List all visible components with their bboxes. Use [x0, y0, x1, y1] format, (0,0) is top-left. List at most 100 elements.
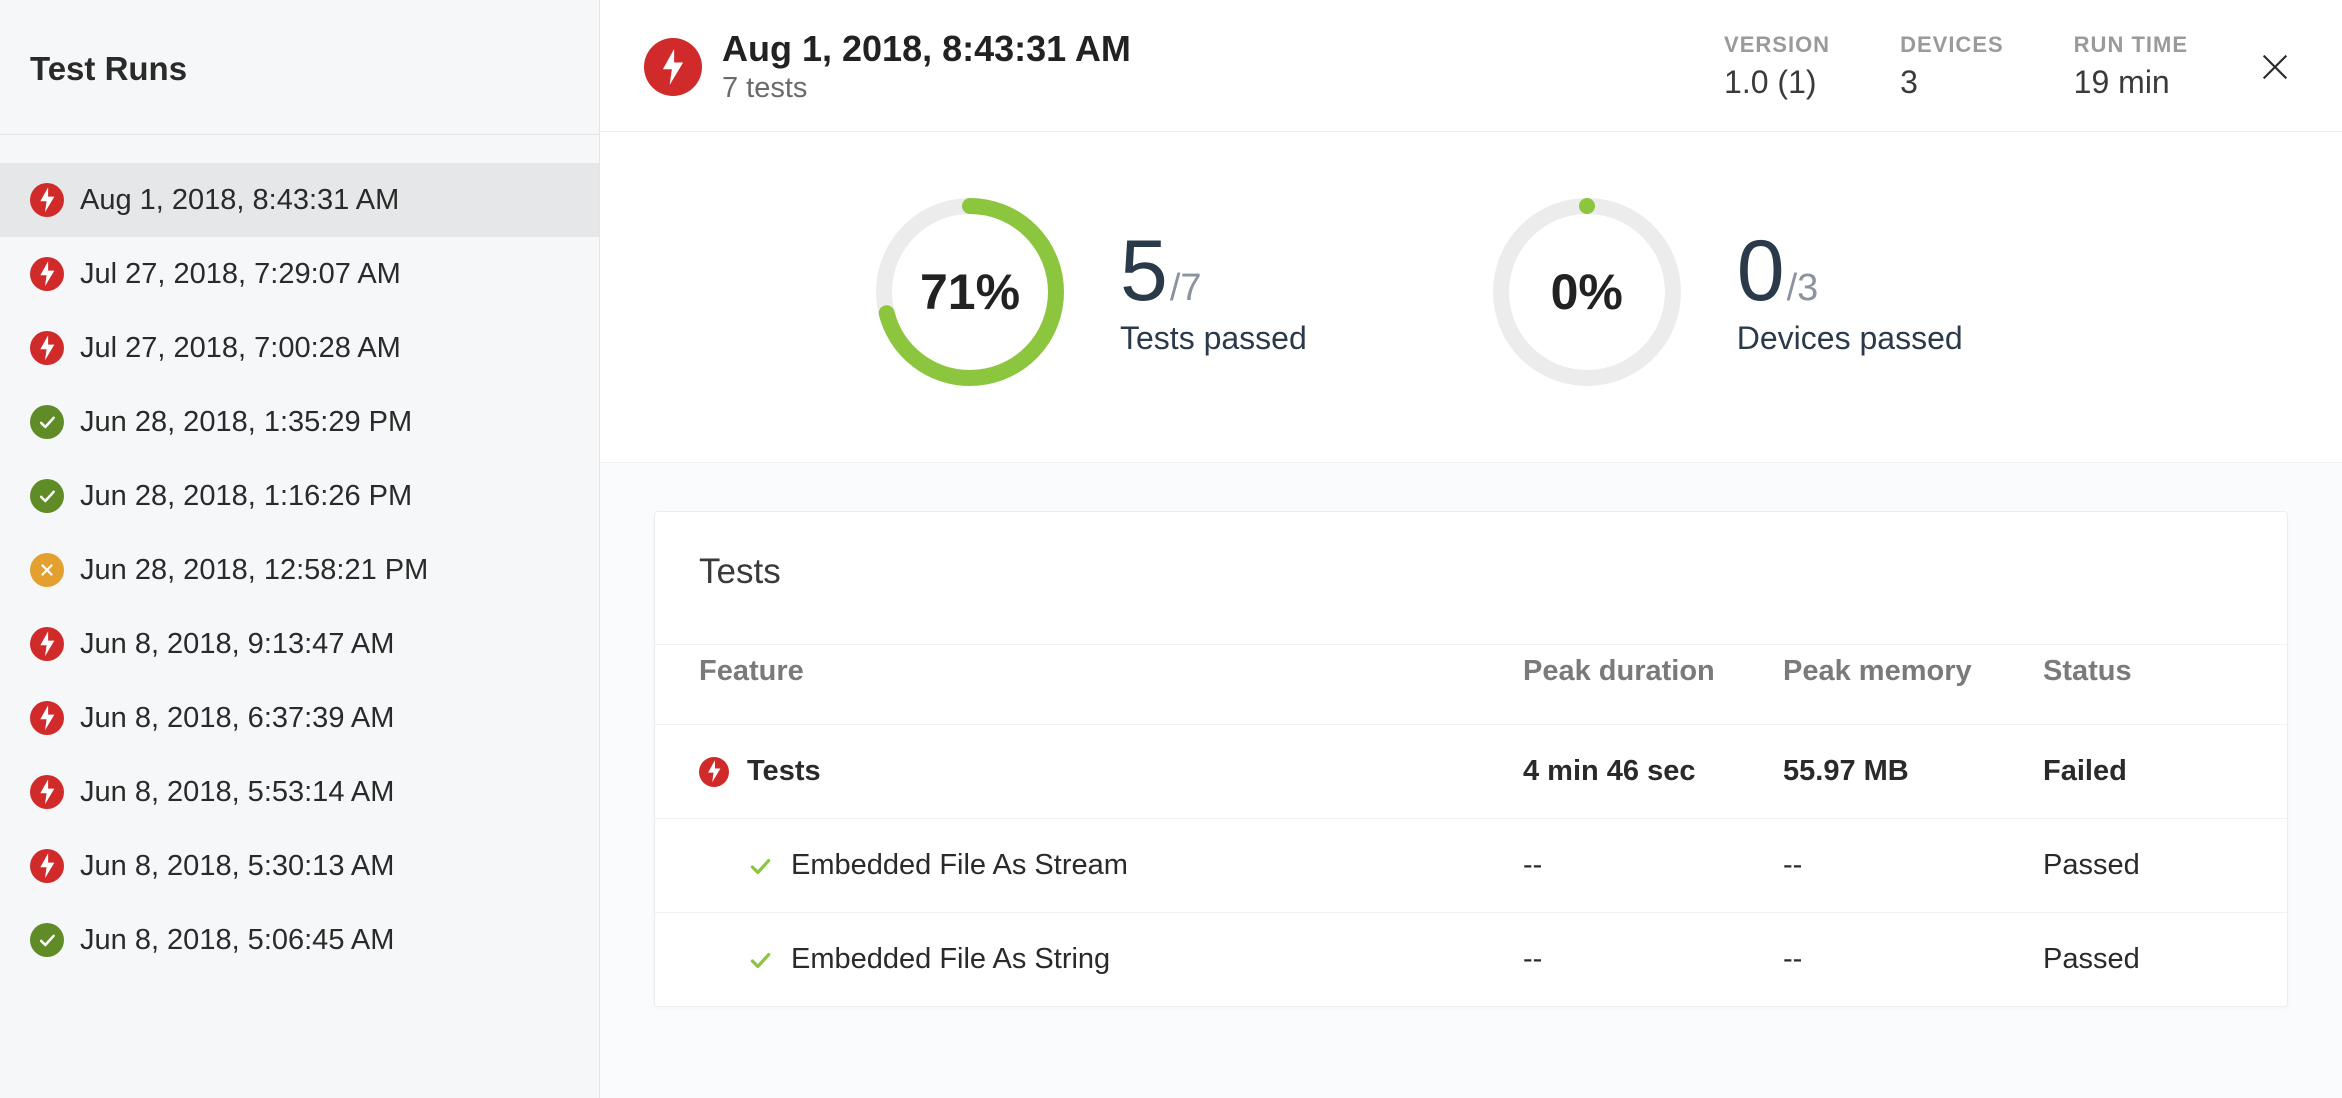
devices-summary: 0% 0/3 Devices passed — [1487, 192, 1963, 392]
check-icon — [30, 923, 64, 957]
stat-runtime-value: 19 min — [2074, 64, 2188, 101]
test-memory-cell: -- — [1783, 849, 2043, 882]
topbar-text: Aug 1, 2018, 8:43:31 AM 7 tests — [722, 28, 1131, 105]
test-feature-name: Tests — [747, 755, 821, 788]
test-row[interactable]: Embedded File As String----Passed — [655, 912, 2287, 1006]
check-icon — [747, 853, 773, 879]
run-item[interactable]: Jun 28, 2018, 1:16:26 PM — [0, 459, 599, 533]
stat-devices-value: 3 — [1900, 64, 2004, 101]
test-status-cell: Passed — [2043, 849, 2243, 882]
app-root: Test Runs Aug 1, 2018, 8:43:31 AM Jul 27,… — [0, 0, 2342, 1098]
test-duration-cell: -- — [1523, 849, 1783, 882]
test-feature-name: Embedded File As String — [791, 943, 1110, 976]
col-memory-header: Peak memory — [1783, 655, 2043, 688]
test-status-cell: Failed — [2043, 755, 2243, 788]
tests-summary: 71% 5/7 Tests passed — [870, 192, 1307, 392]
test-status-cell: Passed — [2043, 943, 2243, 976]
devices-percent: 0% — [1487, 192, 1687, 392]
check-icon — [30, 405, 64, 439]
devices-total-count: /3 — [1787, 267, 1819, 309]
bolt-icon — [30, 701, 64, 735]
test-row[interactable]: Embedded File As Stream----Passed — [655, 818, 2287, 912]
run-item-label: Aug 1, 2018, 8:43:31 AM — [80, 184, 399, 217]
test-memory-cell: -- — [1783, 943, 2043, 976]
run-item[interactable]: Jun 8, 2018, 5:53:14 AM — [0, 755, 599, 829]
run-item-label: Jun 28, 2018, 1:16:26 PM — [80, 480, 412, 513]
run-item-label: Jun 8, 2018, 5:30:13 AM — [80, 850, 394, 883]
test-feature-cell: Embedded File As String — [699, 943, 1523, 976]
devices-donut: 0% — [1487, 192, 1687, 392]
run-item[interactable]: Jul 27, 2018, 7:29:07 AM — [0, 237, 599, 311]
run-item-label: Jun 28, 2018, 1:35:29 PM — [80, 406, 412, 439]
test-feature-name: Embedded File As Stream — [791, 849, 1128, 882]
main: Aug 1, 2018, 8:43:31 AM 7 tests VERSION … — [600, 0, 2342, 1098]
stat-runtime: RUN TIME 19 min — [2074, 32, 2188, 101]
run-item[interactable]: Jun 8, 2018, 6:37:39 AM — [0, 681, 599, 755]
run-item[interactable]: Jun 8, 2018, 5:06:45 AM — [0, 903, 599, 977]
run-item[interactable]: Jun 28, 2018, 1:35:29 PM — [0, 385, 599, 459]
test-memory-cell: 55.97 MB — [1783, 755, 2043, 788]
tests-donut: 71% — [870, 192, 1070, 392]
bolt-icon — [30, 331, 64, 365]
check-icon — [747, 947, 773, 973]
tests-percent: 71% — [870, 192, 1070, 392]
bolt-icon — [30, 849, 64, 883]
bolt-icon — [30, 183, 64, 217]
tests-passed-label: Tests passed — [1120, 320, 1307, 357]
run-item-label: Jun 28, 2018, 12:58:21 PM — [80, 554, 428, 587]
run-item[interactable]: Jun 8, 2018, 9:13:47 AM — [0, 607, 599, 681]
col-feature-header: Feature — [699, 655, 1523, 688]
stat-devices: DEVICES 3 — [1900, 32, 2004, 101]
tests-total-count: /7 — [1170, 267, 1202, 309]
run-item-label: Jun 8, 2018, 5:06:45 AM — [80, 924, 394, 957]
stat-version-value: 1.0 (1) — [1724, 64, 1830, 101]
panel-area: Tests Feature Peak duration Peak memory … — [600, 463, 2342, 1098]
run-item-label: Jul 27, 2018, 7:00:28 AM — [80, 332, 401, 365]
test-duration-cell: 4 min 46 sec — [1523, 755, 1783, 788]
test-row[interactable]: Tests 4 min 46 sec55.97 MBFailed — [655, 724, 2287, 818]
tests-panel: Tests Feature Peak duration Peak memory … — [654, 511, 2288, 1007]
bolt-icon — [30, 627, 64, 661]
test-duration-cell: -- — [1523, 943, 1783, 976]
run-item-label: Jun 8, 2018, 9:13:47 AM — [80, 628, 394, 661]
test-feature-cell: Embedded File As Stream — [699, 849, 1523, 882]
sidebar-header: Test Runs — [0, 0, 599, 135]
summary: 71% 5/7 Tests passed 0% 0/3 — [600, 132, 2342, 463]
topbar-left: Aug 1, 2018, 8:43:31 AM 7 tests — [644, 28, 1700, 105]
stat-runtime-label: RUN TIME — [2074, 32, 2188, 58]
stat-version: VERSION 1.0 (1) — [1724, 32, 1830, 101]
run-list: Aug 1, 2018, 8:43:31 AM Jul 27, 2018, 7:2… — [0, 135, 599, 977]
run-item[interactable]: Jun 28, 2018, 12:58:21 PM — [0, 533, 599, 607]
topbar: Aug 1, 2018, 8:43:31 AM 7 tests VERSION … — [600, 0, 2342, 132]
col-duration-header: Peak duration — [1523, 655, 1783, 688]
run-item[interactable]: Aug 1, 2018, 8:43:31 AM — [0, 163, 599, 237]
bolt-icon — [30, 257, 64, 291]
devices-passed-label: Devices passed — [1737, 320, 1963, 357]
tests-panel-title: Tests — [655, 512, 2287, 644]
topbar-stats: VERSION 1.0 (1) DEVICES 3 RUN TIME 19 mi… — [1724, 32, 2188, 101]
run-item[interactable]: Jun 8, 2018, 5:30:13 AM — [0, 829, 599, 903]
bolt-icon — [699, 757, 729, 787]
devices-passed-count: 0 — [1737, 223, 1785, 319]
run-item-label: Jun 8, 2018, 6:37:39 AM — [80, 702, 394, 735]
stat-version-label: VERSION — [1724, 32, 1830, 58]
x-icon — [30, 553, 64, 587]
run-status-icon — [644, 38, 702, 96]
tests-fraction: 5/7 Tests passed — [1120, 228, 1307, 357]
close-button[interactable] — [2252, 44, 2298, 90]
tests-header-row: Feature Peak duration Peak memory Status — [655, 644, 2287, 724]
bolt-icon — [30, 775, 64, 809]
sidebar-title: Test Runs — [30, 50, 569, 88]
run-subtitle: 7 tests — [722, 72, 1131, 105]
run-item-label: Jun 8, 2018, 5:53:14 AM — [80, 776, 394, 809]
devices-fraction: 0/3 Devices passed — [1737, 228, 1963, 357]
run-title: Aug 1, 2018, 8:43:31 AM — [722, 28, 1131, 70]
col-status-header: Status — [2043, 655, 2243, 688]
stat-devices-label: DEVICES — [1900, 32, 2004, 58]
check-icon — [30, 479, 64, 513]
run-item[interactable]: Jul 27, 2018, 7:00:28 AM — [0, 311, 599, 385]
test-feature-cell: Tests — [699, 755, 1523, 788]
sidebar: Test Runs Aug 1, 2018, 8:43:31 AM Jul 27,… — [0, 0, 600, 1098]
run-item-label: Jul 27, 2018, 7:29:07 AM — [80, 258, 401, 291]
tests-passed-count: 5 — [1120, 223, 1168, 319]
